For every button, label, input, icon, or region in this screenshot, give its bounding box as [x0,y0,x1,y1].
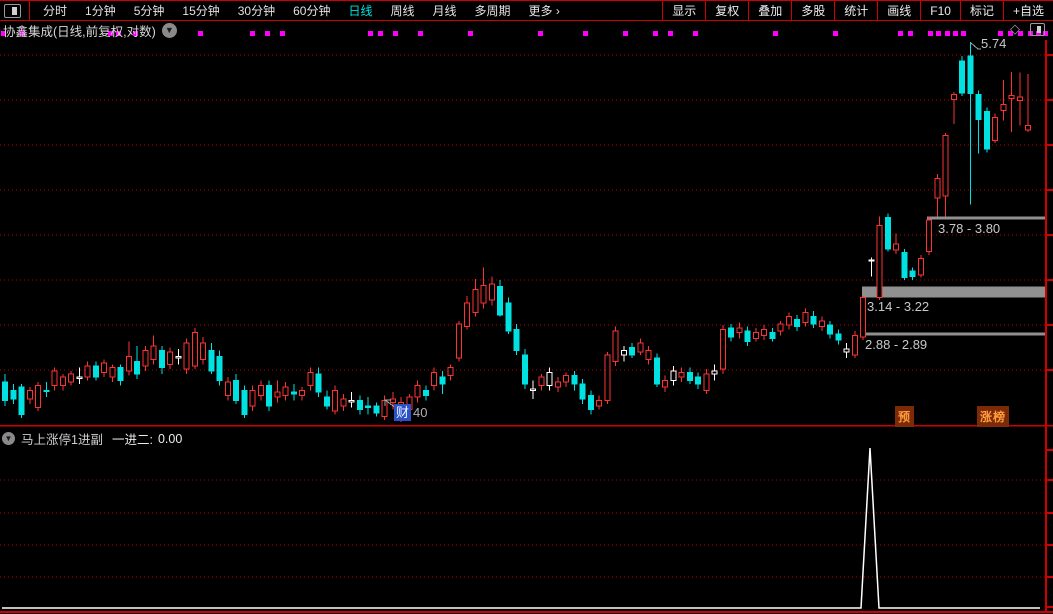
gridlines-group [0,54,1045,578]
menu-item-stats[interactable]: 统计 [834,1,877,20]
menu-item-min1[interactable]: 1分钟 [85,2,116,19]
menu-item-mark[interactable]: 标记 [959,1,1003,20]
annotation-lines-group [384,42,981,409]
toolbar-divider [29,1,30,20]
gap-zone-label-3: 2.88 - 2.89 [865,337,928,352]
menu-item-daily[interactable]: 日线 [348,2,372,19]
menu-item-add-watchlist[interactable]: +自选 [1002,1,1053,20]
trading-app-window: 分时 1分钟 5分钟 15分钟 30分钟 60分钟 日线 周线 月线 多周期 更多 › 显示 复权 叠加… [0,0,1053,614]
title-bar: 协鑫集成(日线,前复权,对数) ▼ ◇ [0,20,1053,40]
menu-item-min5[interactable]: 5分钟 [134,2,165,19]
finance-badge-icon[interactable]: 财 [394,404,412,421]
split-window-icon[interactable] [1030,22,1045,36]
layout-toggle-icon[interactable] [4,3,21,18]
menu-item-fenshi[interactable]: 分时 [43,2,67,19]
title-bar-icons: ◇ [1010,21,1045,37]
menu-item-multi-stock[interactable]: 多股 [791,1,834,20]
chart-frame-group [0,40,1053,613]
forecast-button[interactable]: 预 [895,406,915,427]
indicator-name: 马上涨停1进副 [21,433,103,447]
menu-item-more[interactable]: 更多 › [529,2,560,19]
menu-item-min15[interactable]: 15分钟 [182,2,219,19]
menu-item-f10[interactable]: F10 [920,1,960,20]
indicator-chevron-down-icon[interactable]: ▼ [2,432,15,445]
menu-item-monthly[interactable]: 月线 [433,2,457,19]
menu-item-draw-line[interactable]: 画线 [877,1,920,20]
menu-item-adjust[interactable]: 复权 [705,1,748,20]
menu-item-min30[interactable]: 30分钟 [238,2,275,19]
menu-item-display[interactable]: 显示 [662,1,705,20]
gap-zone-label-1: 3.78 - 3.80 [938,221,1001,236]
gainers-board-button[interactable]: 涨榜 [977,406,1010,427]
menu-item-min60[interactable]: 60分钟 [293,2,330,19]
sub-indicator-line [2,447,1040,609]
menu-item-overlay[interactable]: 叠加 [748,1,791,20]
top-toolbar: 分时 1分钟 5分钟 15分钟 30分钟 60分钟 日线 周线 月线 多周期 更多 › 显示 复权 叠加… [0,0,1053,21]
chevron-down-icon[interactable]: ▼ [161,22,177,38]
finance-marker[interactable]: 财 40 [394,404,427,422]
menu-item-weekly[interactable]: 周线 [390,2,414,19]
diamond-icon[interactable]: ◇ [1010,21,1020,37]
finance-marker-value: 40 [413,405,428,420]
indicator-metric-label: 一进二: [111,433,153,447]
period-menu: 分时 1分钟 5分钟 15分钟 30分钟 60分钟 日线 周线 月线 多周期 更多 › [34,2,569,19]
indicator-current-value: 0.00 [157,431,183,446]
tools-menu: 显示 复权 叠加 多股 统计 画线 F10 标记 +自选 [662,1,1053,20]
sub-indicator-header: ▼ 马上涨停1进副 一进二: 0.00 [2,429,182,448]
menu-item-multi-period[interactable]: 多周期 [475,2,511,19]
candles-group [2,42,1031,422]
stock-title: 协鑫集成(日线,前复权,对数) [3,24,156,39]
gap-zone-label-2: 3.14 - 3.22 [867,299,930,314]
